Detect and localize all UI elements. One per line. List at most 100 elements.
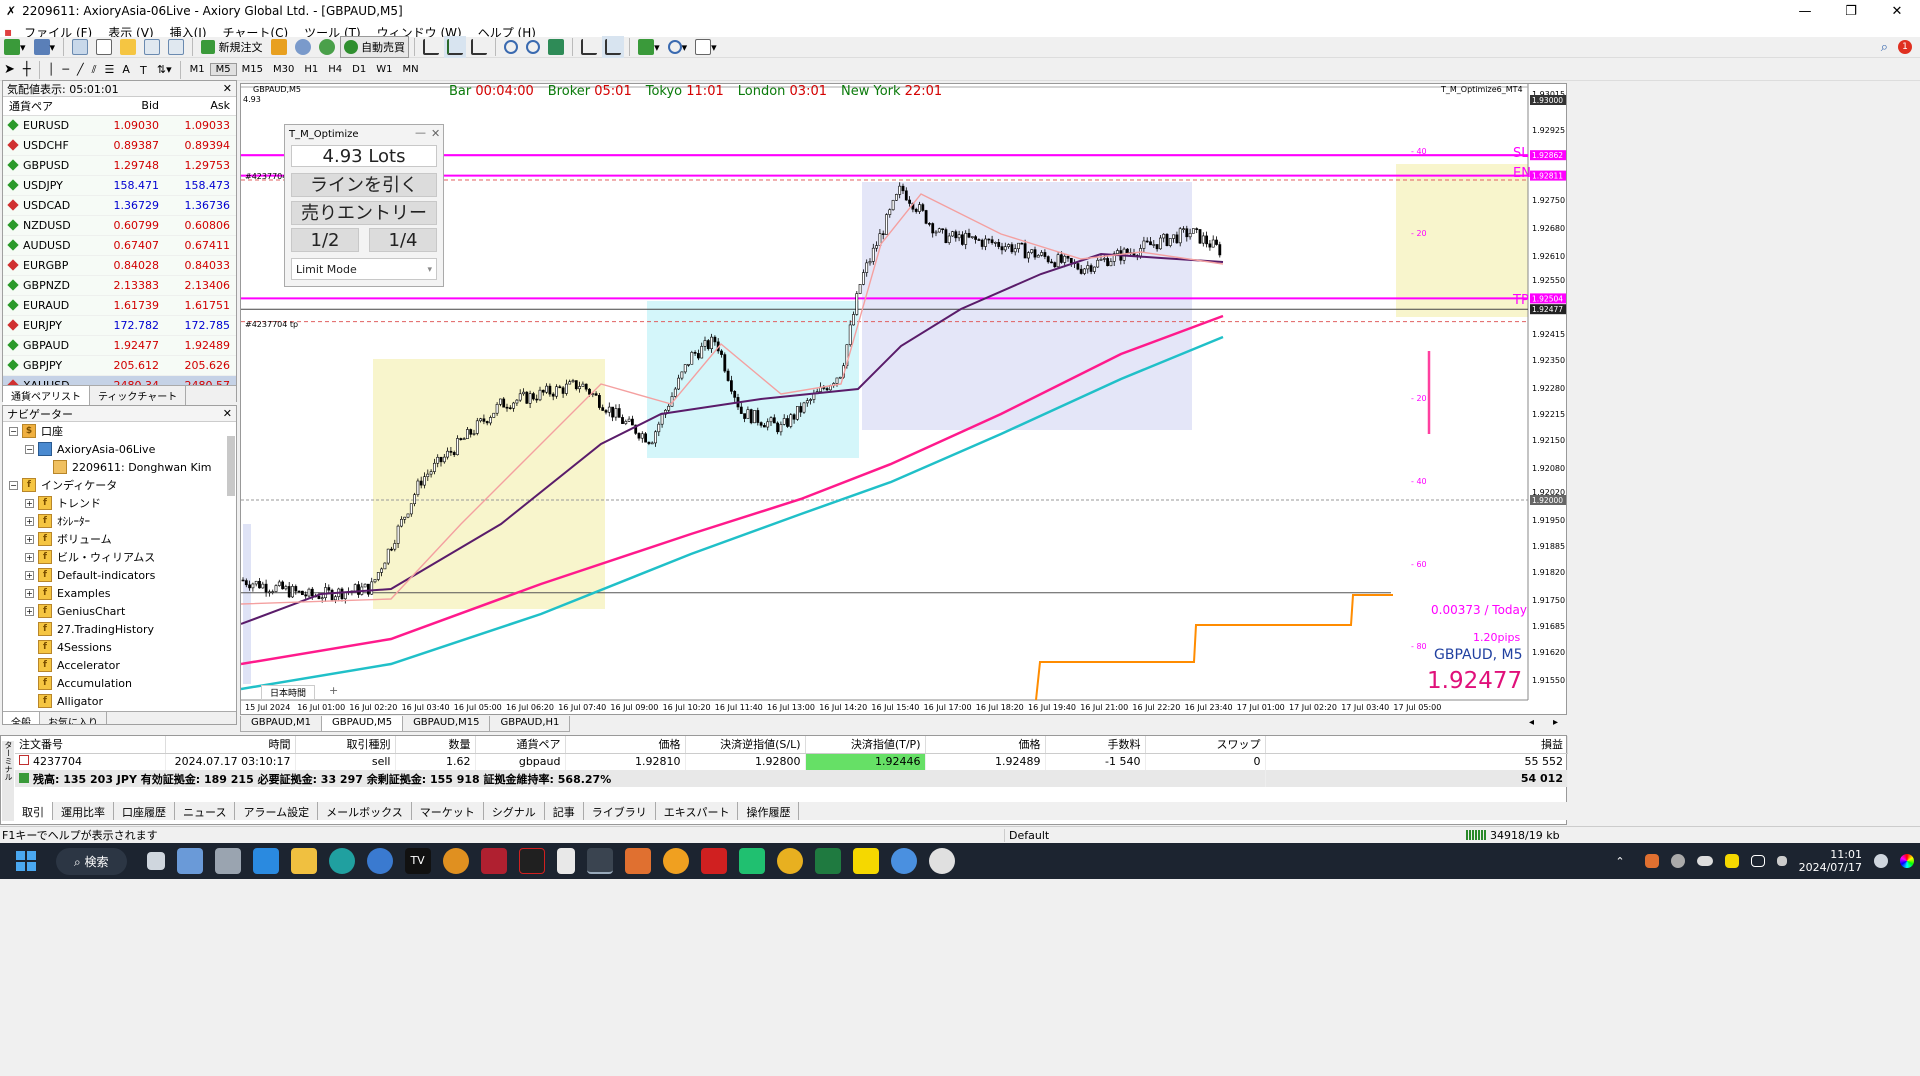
zoom-out-button[interactable] [523, 36, 543, 58]
trade-col-header[interactable]: 手数料 [1045, 736, 1146, 754]
timezone-tab[interactable]: 日本時間 [261, 685, 316, 700]
collapse-icon[interactable]: − [25, 444, 34, 454]
close-button[interactable]: ✕ [1874, 4, 1920, 19]
tab-tick-chart[interactable]: ティックチャート [90, 386, 187, 405]
navigator-item[interactable]: + f GeniusChart [9, 602, 236, 620]
expand-icon[interactable]: + [25, 498, 34, 508]
navigator-item[interactable]: f Accumulation [9, 674, 236, 692]
market-watch-row[interactable]: EURGBP 0.84028 0.84033 [3, 255, 236, 276]
tray-settings-icon[interactable] [1670, 854, 1685, 868]
metaeditor-button[interactable] [268, 36, 290, 58]
notifications-icon[interactable]: 1 [1898, 40, 1912, 54]
navigator-item[interactable]: + f Default-indicators [9, 566, 236, 584]
cloud-icon[interactable] [1696, 856, 1713, 866]
trade-col-header[interactable]: 取引種別 [295, 736, 396, 754]
market-watch-button[interactable] [69, 36, 91, 58]
terminal-tab[interactable]: ニュース [175, 802, 236, 820]
excel-icon[interactable] [814, 848, 841, 874]
market-watch-row[interactable]: EURJPY 172.782 172.785 [3, 315, 236, 336]
tab-symbols[interactable]: 通貨ペアリスト [3, 386, 90, 405]
minimize-icon[interactable]: — [415, 126, 426, 139]
data-window-button[interactable] [93, 36, 115, 58]
tf-w1[interactable]: W1 [371, 64, 397, 75]
auto-trade-button[interactable]: 自動売買 [339, 36, 410, 58]
navigator-item[interactable]: f 27.TradingHistory [9, 620, 236, 638]
terminal-tab[interactable]: 口座履歴 [114, 802, 175, 820]
terminal-tab[interactable]: エキスパート [656, 802, 739, 820]
terminal-tab[interactable]: 記事 [545, 802, 584, 820]
tree-account[interactable]: 2209611: Donghwan Kim [9, 458, 236, 476]
market-watch-row[interactable]: USDCHF 0.89387 0.89394 [3, 135, 236, 156]
widgets-icon[interactable] [176, 848, 203, 874]
navigator-scrollbar[interactable] [227, 436, 235, 496]
tab-favorites[interactable]: お気に入り [40, 712, 107, 724]
tab-general[interactable]: 全般 [3, 712, 40, 724]
terminal-tab[interactable]: マーケット [412, 802, 484, 820]
maximize-button[interactable]: ❐ [1828, 4, 1874, 19]
trade-col-header[interactable]: 価格 [925, 736, 1046, 754]
navigator-item[interactable]: + f トレンド [9, 494, 236, 512]
kakaotalk-icon[interactable] [852, 848, 879, 874]
search-app-icon[interactable] [442, 848, 469, 874]
market-watch-row[interactable]: GBPNZD 2.13383 2.13406 [3, 275, 236, 296]
add-tab-icon[interactable]: + [329, 684, 338, 697]
vertical-line-tool[interactable]: │ [45, 59, 58, 81]
app-w-icon[interactable] [624, 848, 651, 874]
half-lot-button[interactable]: 1/2 [291, 228, 359, 252]
indicators-button[interactable]: ▾ [635, 36, 663, 58]
terminal-tab[interactable]: メールボックス [318, 802, 412, 820]
tf-m30[interactable]: M30 [268, 64, 299, 75]
line-chart-button[interactable] [468, 36, 490, 58]
label-tool[interactable]: Ｔ [135, 59, 152, 81]
market-watch-row[interactable]: GBPJPY 205.612 205.626 [3, 355, 236, 376]
navigator-item[interactable]: f Alligator [9, 692, 236, 710]
new-order-button[interactable]: 新規注文 [198, 36, 266, 58]
minimize-button[interactable]: — [1782, 4, 1828, 19]
trade-col-header[interactable]: 注文番号 [15, 736, 166, 754]
tabs-scroll-right[interactable]: ▸ [1543, 716, 1568, 732]
trade-col-header[interactable]: 決済逆指値(S/L) [685, 736, 806, 754]
terminal-tab[interactable]: 取引 [14, 802, 53, 820]
chart-shift-button[interactable] [602, 36, 625, 58]
trade-col-header[interactable]: 価格 [565, 736, 686, 754]
market-watch-row[interactable]: USDCAD 1.36729 1.36736 [3, 195, 236, 216]
trade-col-header[interactable]: 通貨ペア [475, 736, 566, 754]
expand-icon[interactable]: + [25, 588, 34, 598]
chrome-icon-2[interactable] [890, 848, 917, 874]
trade-row[interactable]: 4237704 2024.07.17 03:10:17 sell 1.62 gbpaud… [15, 753, 1568, 770]
col-symbol[interactable]: 通貨ペア [3, 97, 95, 116]
chart-tab-h1[interactable]: GBPAUD,H1 [489, 716, 571, 732]
arrows-tool[interactable]: ⇅▾ [154, 59, 175, 81]
col-bid[interactable]: Bid [94, 97, 165, 116]
tray-app-icon[interactable] [1644, 854, 1659, 868]
taskbar-search[interactable]: ⌕ 検索 [56, 847, 127, 875]
tree-indicators[interactable]: − f インディケータ [9, 476, 236, 494]
document-icon[interactable] [556, 848, 575, 874]
app-sun-icon[interactable] [662, 848, 689, 874]
expand-icon[interactable]: + [25, 606, 34, 616]
navigator-item[interactable]: f 4Sessions [9, 638, 236, 656]
user-icon[interactable] [1874, 854, 1888, 868]
trade-col-header[interactable]: 決済指値(T/P) [805, 736, 926, 754]
draw-line-button[interactable]: ラインを引く [291, 173, 437, 197]
tf-mn[interactable]: MN [397, 64, 423, 75]
candle-chart-button[interactable] [444, 36, 467, 58]
signals-button[interactable] [292, 36, 314, 58]
quarter-lot-button[interactable]: 1/4 [369, 228, 437, 252]
terminal-tab[interactable]: アラーム設定 [235, 802, 319, 820]
trade-col-header[interactable]: 数量 [395, 736, 476, 754]
tf-h1[interactable]: H1 [299, 64, 323, 75]
text-tool[interactable]: A [119, 59, 133, 81]
chrome-icon[interactable] [776, 848, 803, 874]
trendline-tool[interactable]: ╱ [74, 59, 87, 81]
chart-tab-m15[interactable]: GBPAUD,M15 [402, 716, 491, 732]
mt4-icon[interactable] [586, 848, 613, 874]
expand-icon[interactable]: + [25, 516, 34, 526]
tabs-scroll-left[interactable]: ◂ [1519, 716, 1544, 732]
cursor-tool[interactable]: ➤ [1, 59, 18, 81]
tree-accounts[interactable]: − $ 口座 [9, 422, 236, 440]
market-watch-row[interactable]: GBPAUD 1.92477 1.92489 [3, 335, 236, 356]
chevron-up-icon[interactable]: ⌃ [1615, 855, 1624, 868]
market-watch-row[interactable]: NZDUSD 0.60799 0.60806 [3, 215, 236, 236]
expand-icon[interactable]: + [25, 570, 34, 580]
